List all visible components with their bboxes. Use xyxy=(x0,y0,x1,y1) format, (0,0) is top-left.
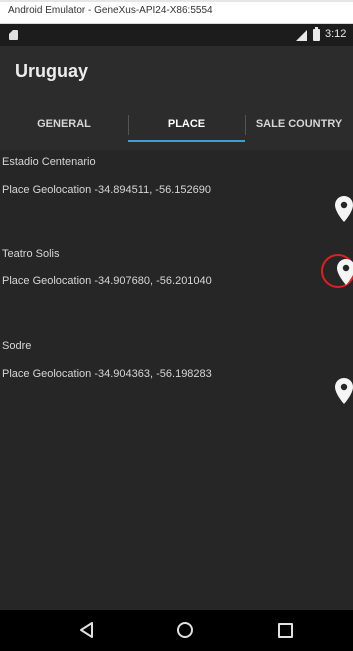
place-name: Teatro Solis xyxy=(2,248,60,260)
sd-card-icon xyxy=(9,30,18,40)
recents-icon[interactable] xyxy=(278,623,293,638)
status-bar: 3:12 xyxy=(0,24,353,46)
geolocation-label: Place Geolocation xyxy=(2,368,92,380)
back-icon[interactable] xyxy=(80,622,94,638)
signal-icon xyxy=(296,30,307,41)
battery-icon xyxy=(313,27,320,41)
place-geolocation: Place Geolocation -34.904363, -56.198283 xyxy=(2,368,212,380)
tab-place[interactable]: PLACE xyxy=(128,98,245,150)
emulator-title: Android Emulator - GeneXus-API24-X86:555… xyxy=(8,5,213,16)
tab-selected-indicator xyxy=(128,140,245,142)
geolocation-label: Place Geolocation xyxy=(2,275,92,287)
place-geolocation: Place Geolocation -34.894511, -56.152690 xyxy=(2,184,211,196)
geolocation-coordinates: -34.904363, -56.198283 xyxy=(94,368,212,380)
location-pin-icon[interactable] xyxy=(335,378,353,404)
geolocation-label: Place Geolocation xyxy=(2,184,92,196)
place-name: Estadio Centenario xyxy=(2,156,96,168)
tab-sale-country[interactable]: SALE COUNTRY xyxy=(245,98,353,150)
home-icon[interactable] xyxy=(177,622,193,638)
geolocation-coordinates: -34.894511, -56.152690 xyxy=(94,184,211,196)
navigation-bar xyxy=(0,610,353,651)
place-geolocation: Place Geolocation -34.907680, -56.201040 xyxy=(2,275,212,287)
tab-general[interactable]: GENERAL xyxy=(0,98,128,150)
tab-bar: GENERAL PLACE SALE COUNTRY xyxy=(0,98,353,150)
place-name: Sodre xyxy=(2,340,32,352)
place-list: Estadio Centenario Place Geolocation -34… xyxy=(0,150,353,610)
location-pin-icon[interactable] xyxy=(335,196,353,222)
emulator-title-bar: Android Emulator - GeneXus-API24-X86:555… xyxy=(0,0,353,24)
title-bar-accent xyxy=(0,0,353,2)
status-time: 3:12 xyxy=(325,28,347,40)
app-bar: Uruguay xyxy=(0,46,353,98)
geolocation-coordinates: -34.907680, -56.201040 xyxy=(94,275,212,287)
location-pin-icon[interactable] xyxy=(337,259,353,285)
page-title: Uruguay xyxy=(15,61,89,81)
